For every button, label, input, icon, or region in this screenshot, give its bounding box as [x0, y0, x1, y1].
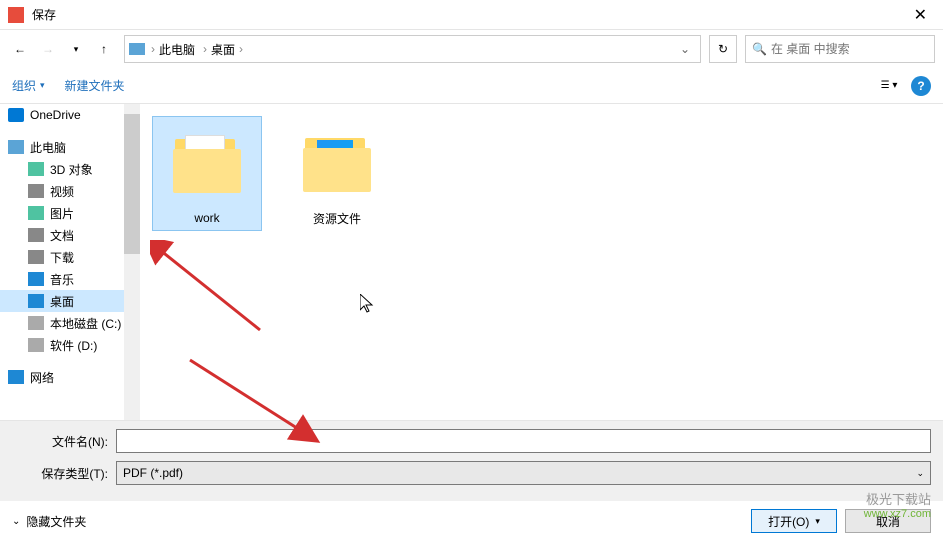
footer: ⌄ 隐藏文件夹 打开(O)▾ 取消 [0, 501, 943, 541]
bottom-panel: 文件名(N): 保存类型(T): PDF (*.pdf) ⌄ [0, 420, 943, 501]
organize-button[interactable]: 组织▾ [12, 77, 45, 94]
content-area[interactable]: work 资源文件 [140, 104, 943, 420]
music-icon [28, 272, 44, 286]
cancel-button[interactable]: 取消 [845, 509, 931, 533]
onedrive-icon [8, 108, 24, 122]
folder-icon [303, 134, 371, 192]
breadcrumb-root[interactable]: 此电脑 [159, 41, 195, 58]
breadcrumb-current[interactable]: 桌面 [211, 41, 235, 58]
3d-icon [28, 162, 44, 176]
forward-button[interactable]: → [36, 37, 60, 61]
cursor-pointer-icon [360, 294, 376, 319]
sidebar-item-label: OneDrive [30, 108, 81, 122]
sidebar-item-disk[interactable]: 本地磁盘 (C:) [0, 312, 140, 334]
sidebar-item-disk[interactable]: 软件 (D:) [0, 334, 140, 356]
main-area: OneDrive 此电脑 3D 对象视频图片文档下载音乐桌面本地磁盘 (C:) 软件 … [0, 104, 943, 420]
sidebar-item-desktop[interactable]: 桌面 [0, 290, 140, 312]
sidebar-item-pc[interactable]: 此电脑 [0, 136, 140, 158]
view-mode-button[interactable]: ☰ ▾ [875, 75, 903, 97]
sidebar-item-label: 桌面 [50, 293, 74, 310]
search-box[interactable]: 🔍 [745, 35, 935, 63]
breadcrumb-dropdown-icon[interactable]: ⌄ [674, 42, 696, 56]
toolbar: 组织▾ 新建文件夹 ☰ ▾ ? [0, 68, 943, 104]
sidebar-item-downloads[interactable]: 下载 [0, 246, 140, 268]
folder-label: work [157, 211, 257, 225]
filename-input[interactable] [116, 429, 931, 453]
back-button[interactable]: ← [8, 37, 32, 61]
navigation-bar: ← → ▾ ↑ › 此电脑 › 桌面 › ⌄ ↻ 🔍 [0, 30, 943, 68]
chevron-down-icon: ▾ [815, 516, 820, 527]
sidebar: OneDrive 此电脑 3D 对象视频图片文档下载音乐桌面本地磁盘 (C:) 软件 … [0, 104, 140, 420]
sidebar-item-video[interactable]: 视频 [0, 180, 140, 202]
filename-label: 文件名(N): [12, 433, 116, 450]
recent-dropdown[interactable]: ▾ [64, 37, 88, 61]
sidebar-scrollbar-thumb[interactable] [124, 114, 140, 254]
sidebar-item-label: 音乐 [50, 271, 74, 288]
search-input[interactable] [771, 42, 928, 56]
sidebar-item-onedrive[interactable]: OneDrive [0, 104, 140, 126]
filetype-label: 保存类型(T): [12, 465, 116, 482]
sidebar-item-label: 网络 [30, 369, 54, 386]
sidebar-item-label: 此电脑 [30, 139, 66, 156]
folder-icon [173, 135, 241, 193]
sidebar-item-label: 3D 对象 [50, 161, 93, 178]
app-icon [8, 7, 24, 23]
network-icon [8, 370, 24, 384]
window-title: 保存 [32, 6, 906, 23]
sidebar-scrollbar[interactable] [124, 104, 140, 420]
disk-icon [28, 316, 44, 330]
open-button[interactable]: 打开(O)▾ [751, 509, 837, 533]
new-folder-button[interactable]: 新建文件夹 [65, 77, 125, 94]
location-icon [129, 43, 145, 55]
desktop-icon [28, 294, 44, 308]
titlebar: 保存 ✕ [0, 0, 943, 30]
sidebar-item-label: 下载 [50, 249, 74, 266]
sidebar-item-pictures[interactable]: 图片 [0, 202, 140, 224]
sidebar-item-label: 本地磁盘 (C:) [50, 315, 121, 332]
pc-icon [8, 140, 24, 154]
refresh-button[interactable]: ↻ [709, 35, 737, 63]
folder-item[interactable]: work [152, 116, 262, 231]
chevron-down-icon: ⌄ [12, 516, 20, 527]
sidebar-item-documents[interactable]: 文档 [0, 224, 140, 246]
video-icon [28, 184, 44, 198]
sidebar-item-label: 图片 [50, 205, 74, 222]
folder-item[interactable]: 资源文件 [282, 116, 392, 231]
search-icon: 🔍 [752, 42, 767, 56]
sidebar-item-label: 软件 (D:) [50, 337, 97, 354]
disk-icon [28, 338, 44, 352]
close-icon[interactable]: ✕ [906, 5, 935, 25]
pictures-icon [28, 206, 44, 220]
sidebar-item-network[interactable]: 网络 [0, 366, 140, 388]
breadcrumb[interactable]: › 此电脑 › 桌面 › ⌄ [124, 35, 701, 63]
sidebar-item-label: 视频 [50, 183, 74, 200]
up-button[interactable]: ↑ [92, 37, 116, 61]
help-button[interactable]: ? [911, 76, 931, 96]
sidebar-item-3d[interactable]: 3D 对象 [0, 158, 140, 180]
documents-icon [28, 228, 44, 242]
downloads-icon [28, 250, 44, 264]
sidebar-item-label: 文档 [50, 227, 74, 244]
folder-label: 资源文件 [286, 210, 388, 227]
filetype-value: PDF (*.pdf) [123, 466, 183, 480]
filetype-select[interactable]: PDF (*.pdf) ⌄ [116, 461, 931, 485]
sidebar-item-music[interactable]: 音乐 [0, 268, 140, 290]
chevron-down-icon: ⌄ [916, 468, 924, 479]
